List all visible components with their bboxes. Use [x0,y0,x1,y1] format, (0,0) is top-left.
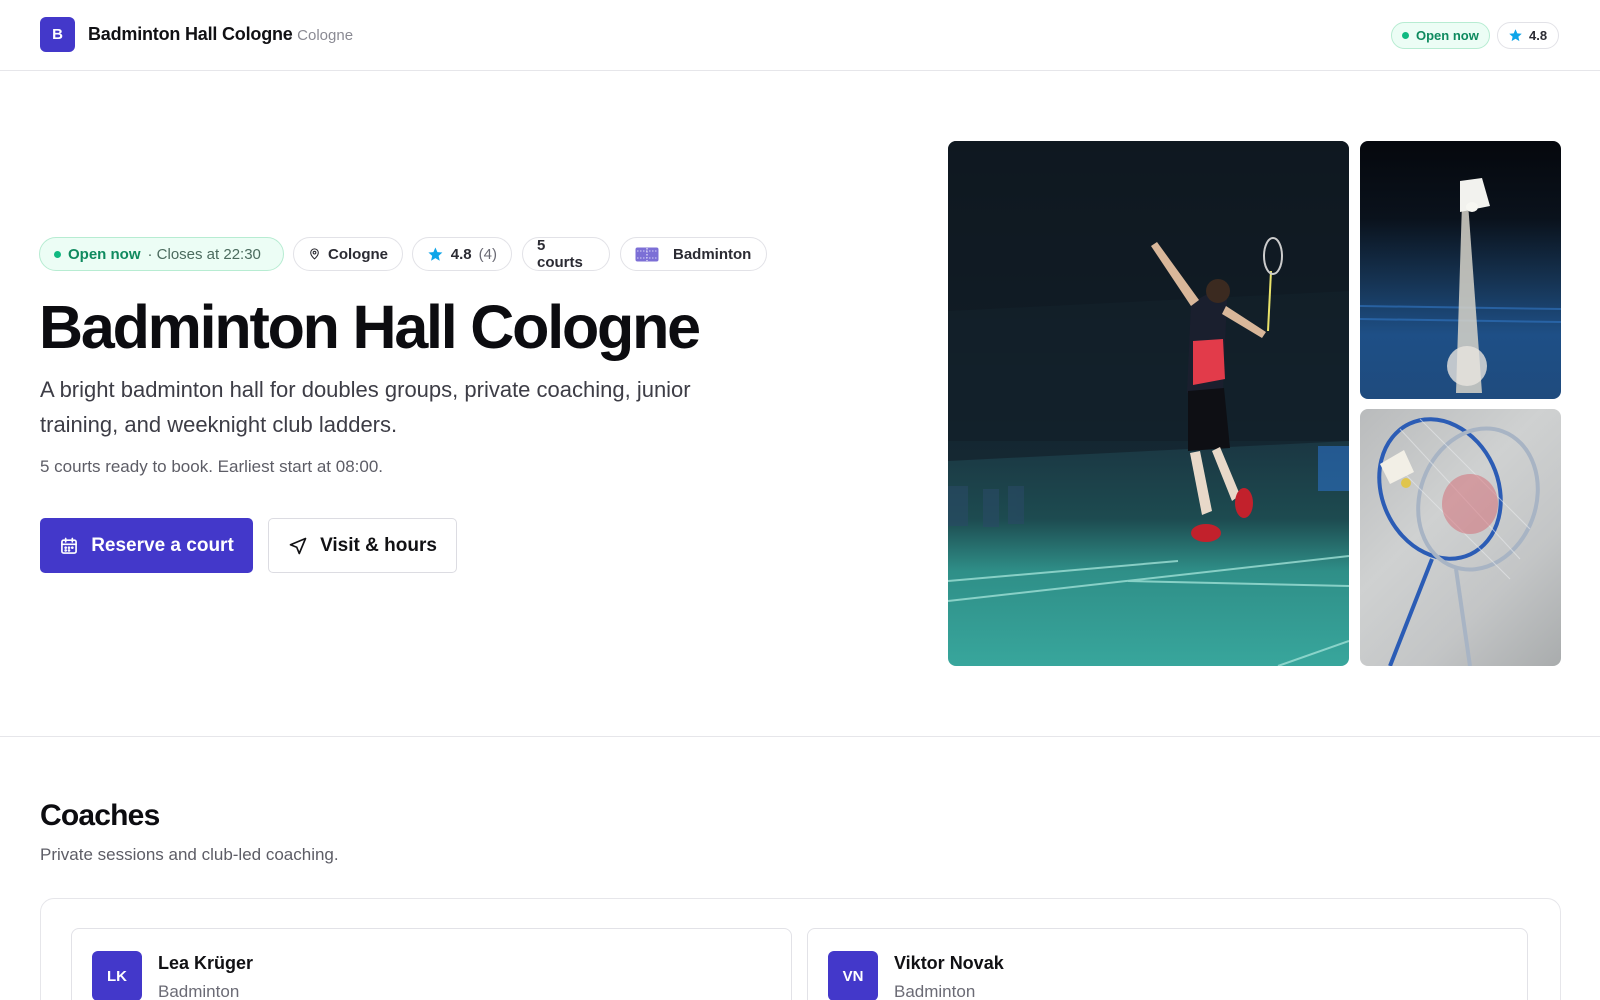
gallery-photo-rackets[interactable] [1360,409,1561,666]
coach-card[interactable]: VN Viktor Novak Badminton [807,928,1528,1000]
rating-badge[interactable]: 4.8 [1497,22,1560,49]
coach-name: Lea Krüger [158,953,254,973]
sport-label: Badminton [673,245,752,263]
rackets-illustration [1377,417,1540,666]
star-icon [1509,29,1522,42]
court-icon [635,247,659,261]
open-status-label: Open now [1416,28,1479,43]
gallery-photo-shuttlecock[interactable] [1360,141,1561,399]
closing-time: · Closes at 22:30 [147,245,261,263]
review-count: (4) [478,245,497,263]
availability-note: 5 courts ready to book. Earliest start a… [40,457,384,476]
open-status-label: Open now [68,245,141,263]
brand-logo[interactable]: B [40,17,75,52]
coach-sport: Badminton [894,982,976,1000]
courts-chip: 5 courts [522,237,610,271]
shuttlecock-illustration [1360,178,1561,393]
reserve-court-label: Reserve a court [91,534,234,556]
section-divider [0,736,1600,737]
avatar: LK [92,951,142,1000]
status-dot-icon [54,250,61,258]
status-dot-icon [1402,32,1409,39]
venue-description: A bright badminton hall for doubles grou… [40,377,691,437]
open-status-badge: Open now [1391,22,1490,49]
courts-label: 5 courts [537,237,583,271]
brand-name[interactable]: Badminton Hall Cologne [88,24,293,45]
player-illustration [948,141,1349,666]
rating-value: 4.8 [450,245,472,263]
coach-sport: Badminton [158,982,240,1000]
brand-city: · Cologne [288,27,354,44]
coach-name: Viktor Novak [894,953,1004,973]
visit-hours-button[interactable]: Visit & hours [268,518,457,573]
gallery-photo-player[interactable] [948,141,1349,666]
rating-value: 4.8 [1529,28,1548,43]
calendar-icon [61,537,78,554]
coaches-heading: Coaches [40,799,160,832]
top-bar: B Badminton Hall Cologne · Cologne Open … [0,0,1600,71]
navigation-arrow-icon [289,537,307,554]
hours-chip: Open now · Closes at 22:30 [39,237,284,271]
location-chip[interactable]: Cologne [293,237,403,271]
coaches-subtitle: Private sessions and club-led coaching. [40,845,339,864]
coach-card[interactable]: LK Lea Krüger Badminton [71,928,792,1000]
visit-hours-label: Visit & hours [320,534,437,556]
location-label: Cologne [328,245,388,263]
rating-chip[interactable]: 4.8 (4) [412,237,512,271]
avatar: VN [828,951,878,1000]
star-icon [428,247,443,261]
page-title: Badminton Hall Cologne [39,293,701,361]
reserve-court-button[interactable]: Reserve a court [40,518,253,573]
sport-chip[interactable]: Badminton [620,237,767,271]
map-pin-icon [310,248,319,260]
